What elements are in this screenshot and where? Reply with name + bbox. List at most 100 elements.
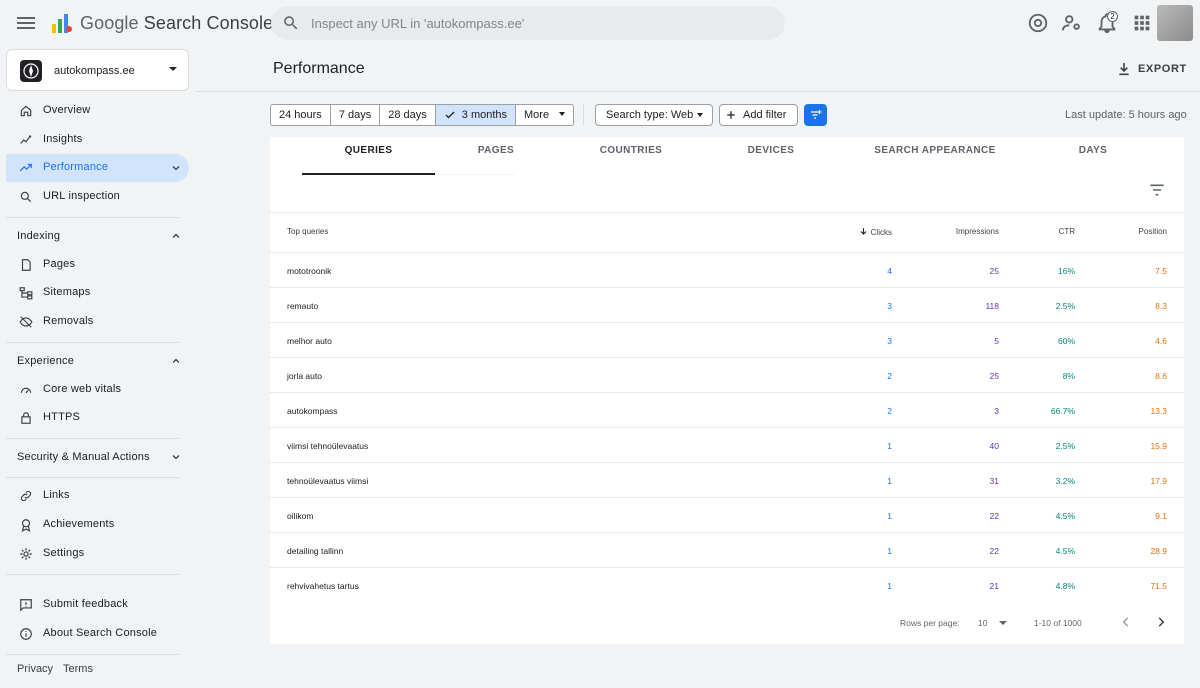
terms-link[interactable]: Terms [63,663,93,675]
clicks-cell: 1 [887,441,892,451]
range-28-days[interactable]: 28 days [380,105,436,125]
table-top-divider [270,212,1184,213]
table-row[interactable]: detailing tallinn 1 22 4.5% 28.9 [270,533,1184,568]
filter-rows-icon[interactable] [1149,183,1165,197]
table-row[interactable]: viimsi tehnoülevaatus 1 40 2.5% 15.9 [270,428,1184,463]
impressions-cell: 25 [989,371,999,381]
ctr-cell: 16% [1057,266,1075,276]
column-header-impressions[interactable]: Impressions [956,227,999,236]
link-icon [20,490,32,502]
tab-devices[interactable]: DEVICES [725,137,817,175]
ctr-cell: 8% [1062,371,1075,381]
tab-days[interactable]: DAYS [1060,137,1126,175]
tab-pages[interactable]: PAGES [450,137,542,175]
nav-https[interactable]: HTTPS [6,404,189,432]
impressions-cell: 5 [994,336,999,346]
compare-filter-button[interactable] [804,104,827,126]
nav-sitemaps[interactable]: Sitemaps [6,279,189,307]
rows-per-page-caret-icon[interactable] [999,621,1007,625]
nav-settings[interactable]: Settings [6,540,189,568]
export-label: EXPORT [1138,63,1187,75]
query-cell: remauto [287,301,319,311]
ctr-cell: 2.5% [1055,441,1075,451]
tab-queries[interactable]: QUERIES [302,137,435,175]
caret-down-icon [697,113,703,117]
table-row[interactable]: autokompass 2 3 66.7% 13.3 [270,393,1184,428]
table-row[interactable]: mototroonik 4 25 16% 7.5 [270,253,1184,288]
property-selector[interactable]: autokompass.ee [6,49,189,91]
impressions-cell: 31 [989,476,999,486]
impressions-cell: 40 [989,441,999,451]
section-experience[interactable]: Experience [6,347,189,375]
table-row[interactable]: tehnoülevaatus viimsi 1 31 3.2% 17.9 [270,463,1184,498]
table-row[interactable]: jorla auto 2 25 8% 8.6 [270,358,1184,393]
range-more[interactable]: More [516,105,573,125]
privacy-link[interactable]: Privacy [17,663,53,675]
column-header-label: Clicks [870,228,892,237]
query-cell: tehnoülevaatus viimsi [287,476,369,486]
column-header-query: Top queries [287,227,329,236]
url-inspection-input[interactable] [311,13,771,33]
url-inspection-search[interactable] [271,6,785,40]
rows-per-page-select[interactable]: 10 [978,618,987,628]
nav-submit-feedback[interactable]: Submit feedback [6,591,189,619]
product-name[interactable]: Google Search Console [80,13,273,34]
section-label: Security & Manual Actions [17,451,150,463]
clicks-cell: 4 [887,266,892,276]
ctr-cell: 66.7% [1050,406,1075,416]
table-row[interactable]: remauto 3 118 2.5% 8.3 [270,288,1184,323]
nav-core-web-vitals[interactable]: Core web vitals [6,376,189,404]
nav-insights[interactable]: Insights [6,126,189,154]
gear-icon [20,548,32,560]
clicks-cell: 1 [887,546,892,556]
range-24-hours[interactable]: 24 hours [271,105,331,125]
manage-users-icon[interactable] [1061,12,1083,34]
column-header-position[interactable]: Position [1139,227,1167,236]
tab-search-appearance[interactable]: SEARCH APPEARANCE [865,137,1005,175]
chevron-left-icon[interactable] [1119,615,1133,629]
range-7-days[interactable]: 7 days [331,105,381,125]
section-security[interactable]: Security & Manual Actions [6,443,189,471]
apps-grid-icon[interactable] [1131,12,1153,34]
range-3-months[interactable]: 3 months [435,105,517,125]
help-icon[interactable] [1027,12,1049,34]
column-header-ctr[interactable]: CTR [1059,227,1075,236]
column-header-clicks[interactable]: Clicks [859,227,892,237]
range-label: More [524,109,550,121]
chevron-up-icon [172,358,180,363]
nav-label: Core web vitals [43,383,122,395]
sidebar-divider [6,654,180,655]
section-indexing[interactable]: Indexing [6,222,189,250]
nav-removals[interactable]: Removals [6,308,189,336]
nav-links[interactable]: Links [6,482,189,510]
position-cell: 8.6 [1155,371,1167,381]
sidebar-divider [6,342,180,343]
notification-badge: 2 [1107,11,1118,22]
nav-label: Settings [43,547,85,559]
nav-performance[interactable]: Performance [6,154,189,182]
position-cell: 28.9 [1150,546,1167,556]
search-type-filter[interactable]: Search type: Web [595,104,713,126]
tab-countries[interactable]: COUNTRIES [582,137,680,175]
export-button[interactable]: EXPORT [1112,58,1187,80]
add-filter-button[interactable]: Add filter [719,104,798,126]
nav-achievements[interactable]: Achievements [6,511,189,539]
table-row[interactable]: rehvivahetus tartus 1 21 4.8% 71.5 [270,568,1184,603]
check-icon [445,111,455,119]
chevron-right-icon[interactable] [1154,615,1168,629]
nav-pages[interactable]: Pages [6,251,189,279]
insights-icon [20,135,32,144]
speed-icon [20,387,32,394]
nav-label: Overview [43,104,91,116]
table-row[interactable]: oilikom 1 22 4.5% 9.1 [270,498,1184,533]
nav-overview[interactable]: Overview [6,97,189,125]
menu-icon[interactable] [14,11,38,35]
nav-about[interactable]: About Search Console [6,620,189,648]
table-row[interactable]: melhor auto 3 5 60% 4.6 [270,323,1184,358]
nav-label: Removals [43,315,94,327]
feedback-icon [20,599,32,612]
account-avatar[interactable] [1157,5,1193,41]
nav-url-inspection[interactable]: URL inspection [6,183,189,211]
sidebar-divider [6,477,180,478]
brand-name: Google [80,13,139,33]
